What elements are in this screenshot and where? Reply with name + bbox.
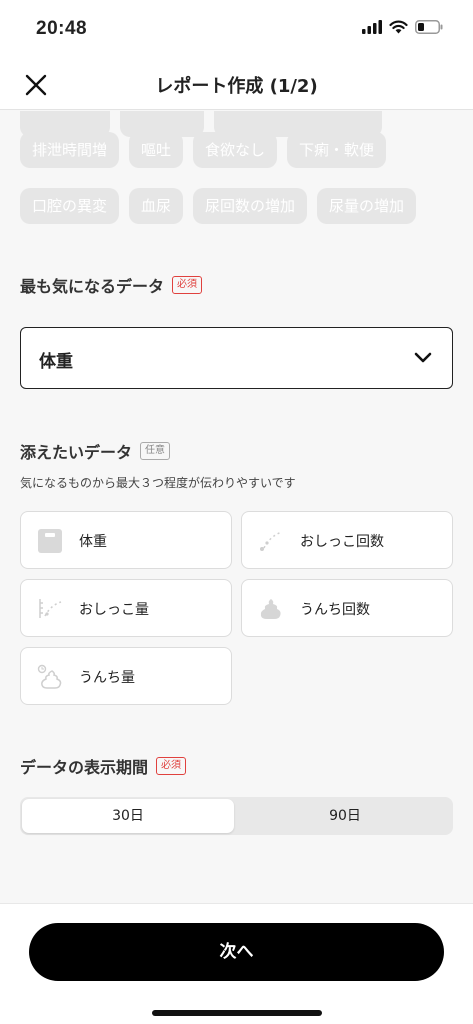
form-content[interactable]: 排泄時間増 嘔吐 食欲なし 下痢・軟便 口腔の異変 血尿 尿回数の増加 尿量の増…	[0, 111, 473, 903]
period-segmented-control: 30日 90日	[20, 797, 453, 835]
pee-count-icon	[260, 531, 283, 551]
symptom-chip[interactable]: 下痢・軟便	[287, 132, 387, 168]
period-option-90[interactable]: 90日	[239, 799, 451, 833]
status-time: 20:48	[36, 18, 88, 39]
status-icons	[362, 20, 443, 34]
data-option-poop-amount[interactable]: うんち量	[20, 647, 232, 705]
additional-data-hint: 気になるものから最大３つ程度が伝わりやすいです	[20, 476, 296, 490]
symptom-chip[interactable]: 食欲なし	[193, 132, 278, 168]
battery-icon	[415, 20, 443, 34]
status-bar: 20:48	[0, 0, 473, 58]
symptom-chip[interactable]: 血尿	[129, 188, 184, 224]
main-data-selected-value: 体重	[39, 352, 73, 372]
optional-badge: 任意	[140, 442, 171, 460]
bottom-action-area: 次へ	[0, 903, 473, 1024]
symptom-chip[interactable]: 排泄時間増	[20, 132, 120, 168]
required-badge: 必須	[156, 757, 187, 775]
weight-scale-icon	[38, 529, 62, 553]
main-data-select[interactable]: 体重	[20, 327, 453, 389]
page-title: レポート作成 (1/2)	[155, 76, 318, 97]
pee-amount-icon	[39, 599, 62, 618]
data-option-label: うんち回数	[300, 602, 370, 618]
main-data-heading: 最も気になるデータ 必須	[20, 273, 203, 297]
period-heading: データの表示期間 必須	[20, 754, 187, 778]
symptom-chip[interactable]: 口腔の異変	[20, 188, 120, 224]
data-option-poop-count[interactable]: うんち回数	[241, 579, 453, 637]
period-option-30[interactable]: 30日	[22, 799, 234, 833]
period-title: データの表示期間	[20, 758, 149, 777]
wifi-icon	[389, 20, 408, 34]
symptom-chip-row-2: 口腔の異変 血尿 尿回数の増加 尿量の増加	[20, 188, 417, 224]
next-button[interactable]: 次へ	[29, 923, 444, 981]
additional-data-title: 添えたいデータ	[20, 443, 133, 462]
data-option-label: うんち量	[79, 670, 135, 686]
additional-data-heading: 添えたいデータ 任意	[20, 439, 171, 463]
symptom-chip[interactable]: 嘔吐	[129, 132, 184, 168]
chevron-down-icon	[414, 352, 432, 363]
data-option-weight[interactable]: 体重	[20, 511, 232, 569]
signal-icon	[362, 20, 382, 34]
data-option-pee-amount[interactable]: おしっこ量	[20, 579, 232, 637]
symptom-chip-row-1: 排泄時間増 嘔吐 食欲なし 下痢・軟便	[20, 132, 387, 168]
data-option-pee-count[interactable]: おしっこ回数	[241, 511, 453, 569]
symptom-chip[interactable]: 尿回数の増加	[193, 188, 308, 224]
poop-count-icon	[260, 599, 281, 619]
data-option-label: おしっこ量	[79, 602, 149, 618]
symptom-chip[interactable]: 尿量の増加	[317, 188, 417, 224]
data-option-label: 体重	[79, 534, 107, 550]
poop-amount-icon	[37, 664, 62, 689]
data-option-label: おしっこ回数	[300, 534, 384, 550]
home-indicator	[152, 1010, 322, 1016]
nav-bar: レポート作成 (1/2)	[0, 58, 473, 110]
main-data-title: 最も気になるデータ	[20, 277, 165, 296]
required-badge: 必須	[172, 276, 203, 294]
